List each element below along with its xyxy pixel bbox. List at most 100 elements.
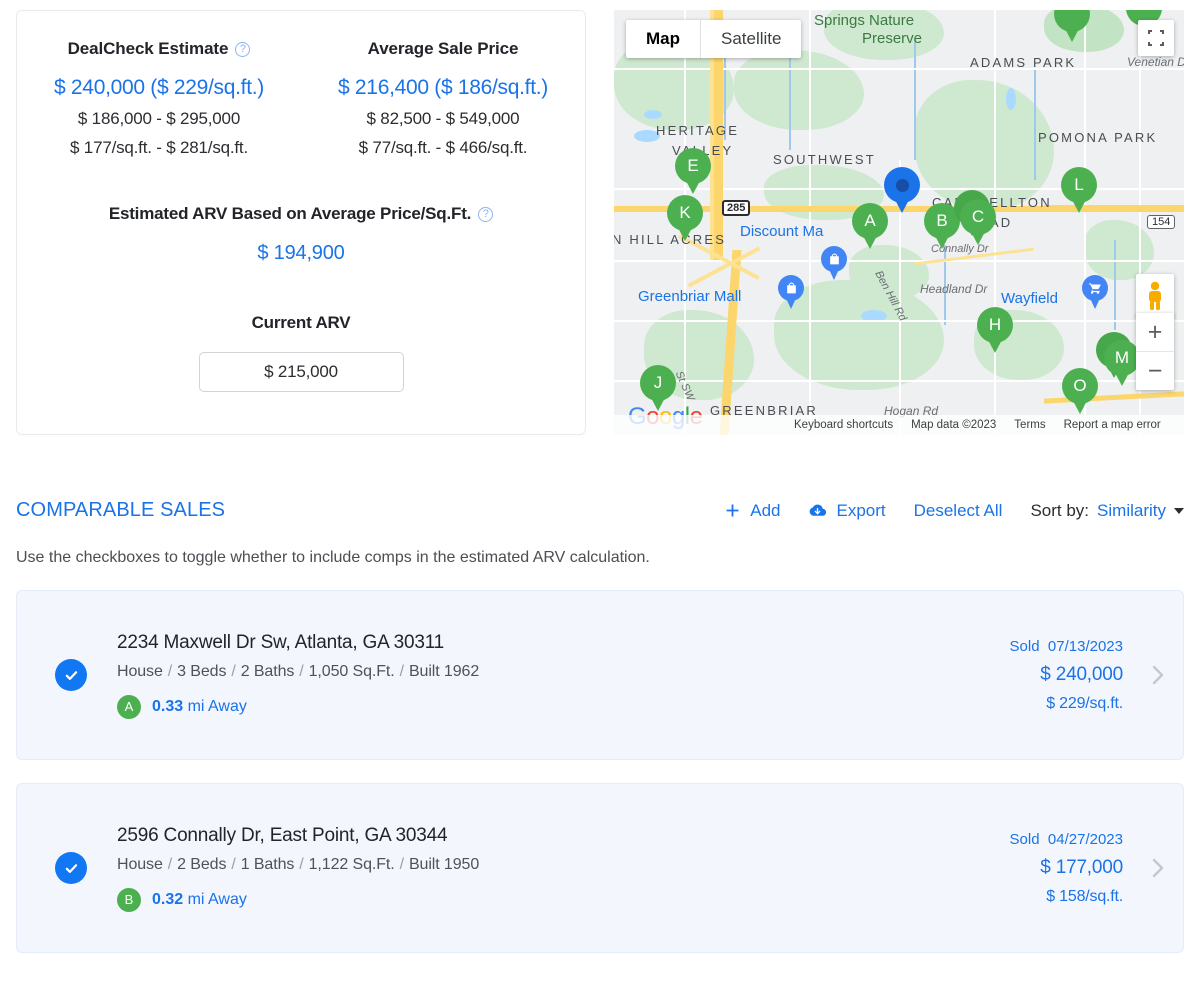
add-comp-label: Add — [750, 500, 781, 520]
comp-sold-line: Sold 04/27/2023 — [1010, 831, 1123, 848]
dealcheck-estimate-column: DealCheck Estimate ? $ 240,000 ($ 229/sq… — [17, 39, 301, 158]
map-marker-O[interactable]: O — [1062, 368, 1098, 414]
comp-distance-value: 0.32 — [152, 890, 184, 908]
map-marker-A[interactable]: A — [852, 203, 888, 249]
zoom-out-button[interactable]: − — [1136, 352, 1174, 390]
report-map-error-link[interactable]: Report a map error — [1064, 419, 1161, 431]
sort-by-control[interactable]: Sort by: Similarity — [1030, 501, 1184, 521]
comp-price-per-sqft: $ 229/sq.ft. — [1046, 694, 1123, 712]
comp-sold-line: Sold 07/13/2023 — [1010, 638, 1123, 655]
pegman-icon[interactable] — [1136, 274, 1174, 318]
comp-sqft: 1,050 Sq.Ft. — [308, 662, 395, 680]
comp-beds: 3 Beds — [177, 662, 227, 680]
map-marker-C[interactable]: C — [960, 199, 996, 245]
map-zoom-controls[interactable]: + − — [1136, 313, 1174, 390]
comp-distance-value: 0.33 — [152, 697, 184, 715]
current-arv-label: Current ARV — [251, 313, 351, 332]
add-comp-button[interactable]: Add — [724, 501, 780, 521]
comp-address: 2596 Connally Dr, East Point, GA 30344 — [117, 824, 448, 846]
comp-pricing: Sold 04/27/2023 $ 177,000 $ 158/sq.ft. — [1010, 831, 1124, 906]
comparable-sales-header: COMPARABLE SALES Add Export Deselect All… — [0, 499, 1200, 522]
map-type-toggle[interactable]: Map Satellite — [626, 20, 802, 58]
comp-sqft: 1,122 Sq.Ft. — [308, 855, 395, 873]
comp-details: 2234 Maxwell Dr Sw, Atlanta, GA 30311 Ho… — [117, 632, 1010, 719]
checkmark-icon — [65, 863, 77, 873]
average-sale-price-label: Average Sale Price — [367, 39, 519, 58]
map-poi-pin-shopping[interactable] — [821, 246, 847, 280]
comp-price-per-sqft: $ 158/sq.ft. — [1046, 887, 1123, 905]
estimated-arv-value: $ 194,900 — [257, 242, 345, 264]
plus-icon — [726, 504, 739, 517]
comp-baths: 1 Baths — [240, 855, 295, 873]
comp-sold-date: 07/13/2023 — [1047, 637, 1123, 655]
map-panel[interactable]: Springs Nature Preserve ADAMS PARK POMON… — [614, 10, 1184, 435]
chevron-down-icon — [1174, 507, 1184, 514]
comparable-sales-hint: Use the checkboxes to toggle whether to … — [16, 549, 650, 566]
comp-details: 2596 Connally Dr, East Point, GA 30344 H… — [117, 825, 1010, 912]
help-circle-icon[interactable]: ? — [235, 41, 251, 57]
average-sale-price-column: Average Sale Price $ 216,400 ($ 186/sq.f… — [301, 39, 585, 158]
comp-baths: 2 Baths — [240, 662, 295, 680]
comp-include-checkbox[interactable] — [55, 852, 87, 884]
dealcheck-ppsf-range: $ 177/sq.ft. - $ 281/sq.ft. — [70, 138, 248, 157]
map-route-shield-154: 154 — [1147, 215, 1176, 229]
comp-card[interactable]: 2596 Connally Dr, East Point, GA 30344 H… — [16, 783, 1184, 953]
dealcheck-primary-value: $ 240,000 ($ 229/sq.ft.) — [54, 76, 264, 99]
dealcheck-estimate-label: DealCheck Estimate — [67, 39, 229, 58]
average-price-range: $ 82,500 - $ 549,000 — [366, 109, 520, 128]
map-poi-pin-shopping[interactable] — [778, 275, 804, 309]
keyboard-shortcuts-link[interactable]: Keyboard shortcuts — [794, 419, 893, 431]
terms-link[interactable]: Terms — [1014, 419, 1045, 431]
map-data-text: Map data ©2023 — [911, 419, 997, 431]
export-comps-button[interactable]: Export — [808, 500, 886, 521]
estimated-arv-block: Estimated ARV Based on Average Price/Sq.… — [17, 204, 585, 265]
comp-pricing: Sold 07/13/2023 $ 240,000 $ 229/sq.ft. — [1010, 638, 1124, 713]
fullscreen-icon[interactable] — [1138, 20, 1174, 56]
map-route-shield-285: 285 — [722, 200, 751, 216]
map-marker-K[interactable]: K — [667, 195, 703, 241]
comp-built: Built 1962 — [408, 662, 480, 680]
current-arv-input[interactable] — [198, 352, 404, 392]
map-type-map-button[interactable]: Map — [626, 20, 700, 58]
map-marker-subject-property[interactable] — [884, 167, 920, 213]
comp-open-chevron[interactable] — [1141, 856, 1175, 880]
comp-distance-row: A 0.33 mi Away — [117, 694, 1010, 719]
comp-card[interactable]: 2234 Maxwell Dr Sw, Atlanta, GA 30311 Ho… — [16, 590, 1184, 760]
average-primary-value: $ 216,400 ($ 186/sq.ft.) — [338, 76, 548, 99]
average-sale-price-title: Average Sale Price — [368, 39, 519, 59]
comp-sold-label: Sold — [1009, 637, 1040, 655]
comp-built: Built 1950 — [408, 855, 480, 873]
comp-include-checkbox[interactable] — [55, 659, 87, 691]
current-arv-block: Current ARV — [17, 313, 585, 392]
comp-map-badge: A — [117, 694, 141, 719]
dealcheck-estimate-title: DealCheck Estimate ? — [68, 39, 251, 59]
comp-address: 2234 Maxwell Dr Sw, Atlanta, GA 30311 — [117, 631, 445, 653]
map-marker-M[interactable]: M — [1104, 340, 1140, 386]
comp-type: House — [117, 855, 163, 873]
estimated-arv-label: Estimated ARV Based on Average Price/Sq.… — [108, 204, 472, 223]
zoom-in-button[interactable]: + — [1136, 313, 1174, 351]
sort-by-label: Sort by: — [1030, 500, 1090, 520]
map-marker-L[interactable]: L — [1061, 167, 1097, 213]
comparable-sales-actions: Add Export Deselect All Sort by: Similar… — [724, 501, 1184, 521]
comp-distance-row: B 0.32 mi Away — [117, 887, 1010, 912]
comp-open-chevron[interactable] — [1141, 663, 1175, 687]
map-marker-E[interactable]: E — [675, 148, 711, 194]
comp-distance-suffix: mi Away — [183, 697, 247, 715]
summary-and-map-row: DealCheck Estimate ? $ 240,000 ($ 229/sq… — [0, 0, 1200, 435]
dealcheck-price-range: $ 186,000 - $ 295,000 — [77, 109, 241, 128]
deselect-all-button[interactable]: Deselect All — [914, 501, 1003, 521]
map-marker-H[interactable]: H — [977, 307, 1013, 353]
comp-type: House — [117, 662, 163, 680]
comp-map-badge: B — [117, 887, 141, 912]
export-comps-label: Export — [836, 500, 886, 520]
comp-beds: 2 Beds — [177, 855, 227, 873]
map-type-satellite-button[interactable]: Satellite — [701, 20, 801, 58]
map-marker-partial-top[interactable] — [1054, 10, 1090, 42]
sort-by-value: Similarity — [1097, 500, 1166, 520]
comp-sold-label: Sold — [1009, 830, 1040, 848]
map-poi-pin-grocery[interactable] — [1082, 275, 1108, 309]
help-circle-icon[interactable]: ? — [478, 206, 494, 222]
comparable-sales-title: COMPARABLE SALES — [16, 499, 226, 521]
comp-distance-suffix: mi Away — [183, 890, 247, 908]
